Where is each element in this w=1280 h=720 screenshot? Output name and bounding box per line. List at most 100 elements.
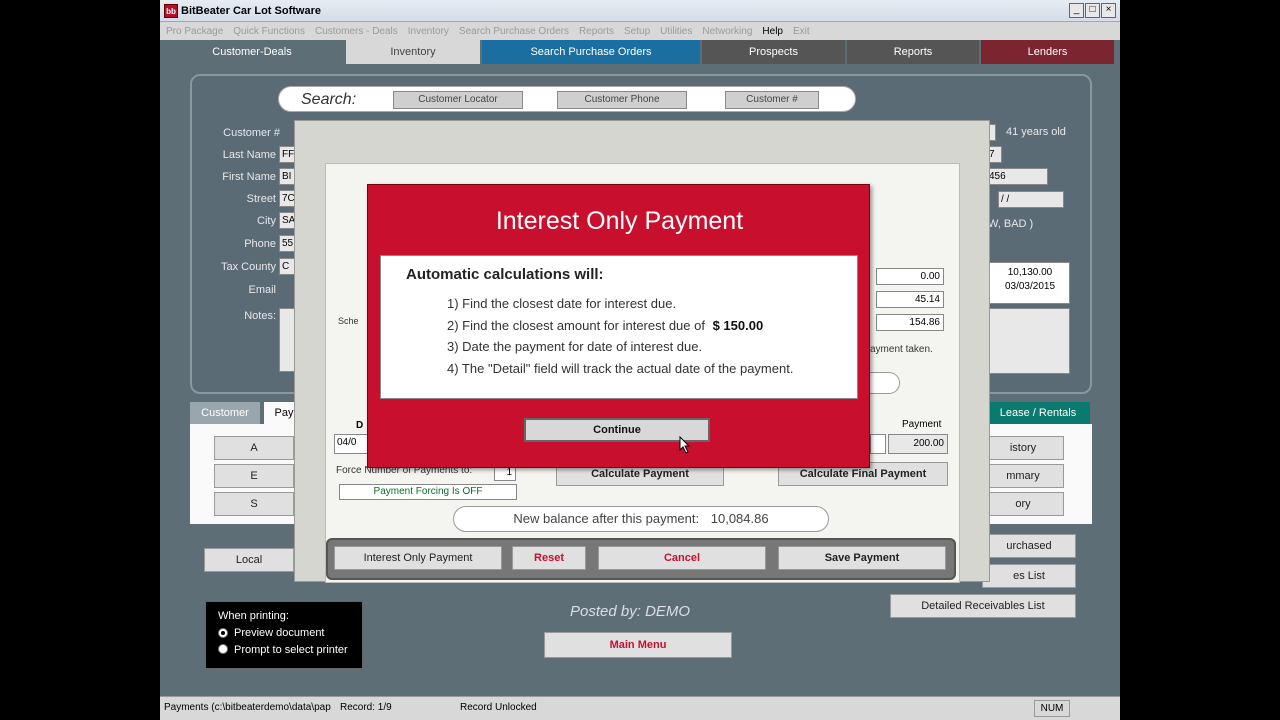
modal-title: Interest Only Payment xyxy=(495,207,744,235)
modal-line-4: 4) The "Detail" field will track the act… xyxy=(447,361,794,376)
payment-field-left[interactable] xyxy=(870,434,886,454)
lower-left-button-3[interactable]: S xyxy=(214,492,294,516)
phone-label: Phone xyxy=(244,238,276,250)
posted-by-label: Posted by: xyxy=(570,603,641,620)
lower-left-button-1[interactable]: A xyxy=(214,436,294,460)
mouse-cursor-icon xyxy=(679,436,691,454)
city-label: City xyxy=(257,215,276,227)
modal-heading: Automatic calculations will: xyxy=(406,266,604,283)
modal-line-3: 3) Date the payment for date of interest… xyxy=(447,339,703,354)
posted-by: Posted by: DEMO xyxy=(570,603,690,620)
notes-label: Notes: xyxy=(244,310,276,322)
interest-only-payment-button[interactable]: Interest Only Payment xyxy=(334,546,502,570)
status-num: NUM xyxy=(1034,700,1070,717)
new-balance-label: New balance after this payment: xyxy=(513,511,700,526)
tab-customer[interactable]: Customer xyxy=(190,402,260,424)
menu-exit[interactable]: Exit xyxy=(793,26,810,37)
modal-line-2: 2) Find the closest amount for interest … xyxy=(447,318,763,333)
status-path: Payments (c:\bitbeaterdemo\data\pap xyxy=(164,702,331,713)
menu-inventory[interactable]: Inventory xyxy=(408,26,449,37)
email-label: Email xyxy=(248,284,276,296)
tab-lenders[interactable]: Lenders xyxy=(981,40,1114,64)
tab-customer-deals[interactable]: Customer-Deals xyxy=(160,40,344,64)
date-header: D xyxy=(356,420,364,431)
prompt-printer-label: Prompt to select printer xyxy=(234,644,348,656)
payment-field[interactable]: 200.00 xyxy=(888,434,948,454)
lower-left-button-2[interactable]: E xyxy=(214,464,294,488)
main-menu-button[interactable]: Main Menu xyxy=(544,632,732,658)
amount-field-3[interactable]: 154.86 xyxy=(876,314,944,331)
tab-lease-rentals[interactable]: Lease / Rentals xyxy=(986,402,1090,424)
prompt-printer-radio[interactable] xyxy=(218,644,228,654)
cancel-button[interactable]: Cancel xyxy=(598,546,766,570)
street-label: Street xyxy=(246,193,276,205)
minimize-button[interactable]: _ xyxy=(1069,3,1084,18)
menu-utilities[interactable]: Utilities xyxy=(660,26,692,37)
status-lock: Record Unlocked xyxy=(460,702,537,713)
lower-right-button-3[interactable]: ory xyxy=(982,492,1064,516)
tax-county-field[interactable]: C xyxy=(279,258,295,275)
first-name-label: First Name xyxy=(222,171,276,183)
print-title: When printing: xyxy=(218,610,289,622)
purchased-button[interactable]: urchased xyxy=(982,534,1076,558)
maximize-button[interactable]: □ xyxy=(1085,3,1100,18)
forcing-status: Payment Forcing Is OFF xyxy=(339,484,517,500)
status-record: Record: 1/9 xyxy=(340,702,392,713)
credit-text: W, BAD ) xyxy=(988,218,1034,230)
app-icon: bb xyxy=(164,4,178,18)
right-value-3: / / xyxy=(998,191,1064,208)
tax-county-label: Tax County xyxy=(220,261,276,273)
age-text: 41 years old xyxy=(1006,126,1066,138)
tab-prospects[interactable]: Prospects xyxy=(702,40,845,64)
customer-number-button[interactable]: Customer # xyxy=(725,91,819,109)
street-field[interactable]: 7C xyxy=(279,190,295,207)
tab-search-purchase-orders[interactable]: Search Purchase Orders xyxy=(482,40,700,64)
first-name-field[interactable]: BI xyxy=(279,168,295,185)
customer-phone-button[interactable]: Customer Phone xyxy=(557,91,687,109)
menu-pro-package[interactable]: Pro Package xyxy=(166,26,223,37)
new-balance: New balance after this payment: 10,084.8… xyxy=(453,506,829,532)
date-field[interactable]: 04/0 xyxy=(334,434,368,454)
menu-help[interactable]: Help xyxy=(762,26,783,37)
save-payment-button[interactable]: Save Payment xyxy=(778,546,946,570)
detailed-receivables-button[interactable]: Detailed Receivables List xyxy=(890,594,1076,618)
notes-field[interactable] xyxy=(279,308,295,372)
balance-value: 10,130.00 xyxy=(1007,267,1053,278)
lower-right-button-1[interactable]: istory xyxy=(982,436,1064,460)
modal-content: Automatic calculations will: 1) Find the… xyxy=(380,255,858,399)
reset-button[interactable]: Reset xyxy=(512,546,586,570)
menu-setup[interactable]: Setup xyxy=(624,26,650,37)
tab-inventory[interactable]: Inventory xyxy=(346,40,480,64)
status-bar: Payments (c:\bitbeaterdemo\data\pap Reco… xyxy=(160,696,1120,720)
new-balance-value: 10,084.86 xyxy=(710,511,769,526)
menu-customers-deals[interactable]: Customers - Deals xyxy=(315,26,398,37)
schedule-label: Sche xyxy=(338,316,359,326)
locate-button[interactable]: Local xyxy=(204,548,294,572)
city-field[interactable]: SA xyxy=(279,212,295,229)
preview-radio[interactable] xyxy=(218,628,228,638)
modal-interest-amount: $ 150.00 xyxy=(712,318,764,333)
pill-shape xyxy=(870,372,900,394)
amount-field-1[interactable]: 0.00 xyxy=(876,268,944,285)
menu-quick-functions[interactable]: Quick Functions xyxy=(233,26,305,37)
list-button[interactable]: es List xyxy=(982,564,1076,588)
right-value-2: 456 xyxy=(986,168,1048,185)
interest-only-modal: Interest Only Payment Automatic calculat… xyxy=(367,184,870,468)
window-title: BitBeater Car Lot Software xyxy=(181,5,321,17)
search-bar: Search: Customer Locator Customer Phone … xyxy=(278,86,856,112)
last-name-field[interactable]: FF xyxy=(279,146,295,163)
amount-field-2[interactable]: 45.14 xyxy=(876,291,944,308)
main-tabs: Customer-Deals Inventory Search Purchase… xyxy=(160,40,1120,64)
customer-locator-button[interactable]: Customer Locator xyxy=(393,91,523,109)
lower-right-button-2[interactable]: mmary xyxy=(982,464,1064,488)
balance-box: 10,130.00 03/03/2015 xyxy=(988,262,1070,304)
balance-date: 03/03/2015 xyxy=(1004,281,1056,292)
phone-field[interactable]: 55 xyxy=(279,235,295,252)
menu-search-purchase-orders[interactable]: Search Purchase Orders xyxy=(459,26,569,37)
modal-line-2-text: 2) Find the closest amount for interest … xyxy=(447,318,705,333)
title-bar: bb BitBeater Car Lot Software _ □ × xyxy=(160,0,1120,22)
close-button[interactable]: × xyxy=(1101,3,1116,18)
menu-reports[interactable]: Reports xyxy=(579,26,614,37)
tab-reports[interactable]: Reports xyxy=(847,40,979,64)
menu-networking[interactable]: Networking xyxy=(702,26,752,37)
